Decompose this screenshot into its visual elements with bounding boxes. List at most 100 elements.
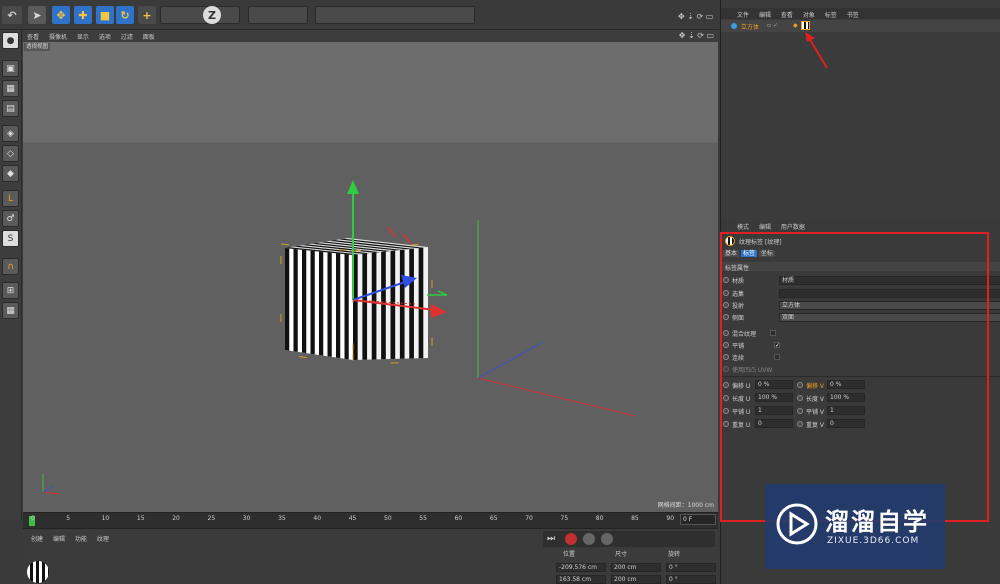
timeline-tick: 15 [136, 515, 145, 522]
timeline-ticks: 0 5 10 15 20 25 30 35 40 45 50 55 60 65 70 75 80 85 90 [23, 513, 718, 529]
cube-stripe [293, 248, 298, 352]
snap-icon[interactable]: S [2, 230, 19, 247]
attr-menu-edit[interactable]: 编辑 [759, 224, 771, 231]
move-icon[interactable]: ✥ [52, 6, 70, 24]
cube-stripe [362, 253, 368, 360]
material-thumbnail[interactable] [27, 561, 49, 583]
playback-controls[interactable]: ⏭ [543, 531, 715, 547]
cube-stripe [399, 249, 405, 359]
timeline-tick: 45 [348, 515, 357, 522]
grid-spacing-info: 网格间距：1000 cm [657, 502, 714, 509]
points-mode-icon[interactable]: ◈ [2, 125, 19, 142]
world-x-axis [477, 377, 636, 417]
timeline-tick: 20 [172, 515, 180, 522]
object-group[interactable] [315, 6, 475, 24]
rotation-p-field[interactable]: 0 ° [666, 575, 716, 584]
watermark-title: 溜溜自学 [825, 508, 929, 536]
vp-menu-panel[interactable]: 面板 [143, 34, 155, 41]
move-tool-icon[interactable]: ✚ [74, 6, 92, 24]
play-end-icon: ⏭ [547, 534, 556, 544]
model-mode-icon[interactable]: ▣ [2, 60, 19, 77]
mat-menu-create[interactable]: 创建 [31, 536, 43, 543]
size-y-field[interactable]: 200 cm [611, 575, 661, 584]
timeline-tick: 90 [666, 515, 675, 522]
play-logo-icon [776, 503, 818, 545]
keyframe-icon[interactable] [583, 533, 595, 545]
cube-stripe [310, 250, 315, 355]
scene-svg[interactable] [23, 42, 718, 512]
attr-menu-mode[interactable]: 模式 [737, 224, 749, 231]
timeline-tick: 30 [242, 515, 251, 522]
mat-menu-edit[interactable]: 编辑 [53, 536, 65, 543]
rotation-h-field[interactable]: 0 ° [666, 563, 716, 572]
mat-menu-function[interactable]: 功能 [75, 536, 87, 543]
object-manager: 文件 编辑 查看 对象 标签 书签 立方体 ▫ ✓ ◆ [720, 0, 1000, 220]
view-nav-icon[interactable]: ✥ ⇣ ⟳ ▭ [678, 12, 713, 21]
axis-mode-icon[interactable]: L [2, 190, 19, 207]
coord-header-size: 尺寸 [615, 551, 628, 558]
attr-menu-userdata[interactable]: 用户数据 [781, 224, 805, 231]
texture-mode-icon[interactable]: ▦ [2, 80, 19, 97]
mode-icon[interactable]: ● [2, 32, 19, 49]
coord-header-rotation: 旋转 [668, 551, 681, 558]
red-arrow [805, 32, 828, 69]
vp-menu-options[interactable]: 选项 [99, 34, 111, 41]
timeline-tick: 80 [595, 515, 604, 522]
timeline-tick: 5 [66, 515, 71, 522]
timeline-tick: 75 [560, 515, 569, 522]
frame-field[interactable]: 0 F [680, 514, 716, 525]
z-axis-icon[interactable]: Z [203, 6, 221, 24]
left-toolbar: ● ▣ ▦ ▤ ◈ ◇ ◆ L ♂ S ∩ ⊞ ▦ [0, 30, 22, 520]
timeline-tick: 25 [207, 515, 216, 522]
cube-stripe [285, 248, 290, 351]
timeline-tick: 0 [31, 515, 35, 522]
vp-menu-filter[interactable]: 过滤 [121, 34, 133, 41]
scale-icon[interactable]: ■ [96, 6, 114, 24]
cube-stripe [336, 253, 341, 359]
gizmo-x-arrow[interactable] [431, 304, 447, 318]
mat-menu-texture[interactable]: 纹理 [97, 536, 109, 543]
grid-icon[interactable]: ▦ [2, 302, 19, 319]
select-arrow-icon[interactable]: ➤ [28, 6, 46, 24]
workplane-icon[interactable]: ▤ [2, 100, 19, 117]
timeline-tick: 55 [419, 515, 427, 522]
timeline-tick: 60 [454, 515, 463, 522]
material-manager: 创建 编辑 功能 纹理 ⏭ 位置 尺寸 旋转 -209.576 cm 200 c… [23, 528, 718, 584]
watermark: 溜溜自学 ZIXUE.3D66.COM [765, 484, 945, 569]
timeline[interactable]: 0 5 10 15 20 25 30 35 40 45 50 55 60 65 70 75 80 85 90 [23, 512, 718, 528]
c4d-window: ↶ ➤ ✥ ✚ ■ ↻ + Z ✥ ⇣ ⟳ ▭ ● ▣ ▦ ▤ ◈ ◇ ◆ L … [0, 0, 1000, 584]
timeline-tick: 70 [525, 515, 533, 522]
timeline-tick: 40 [313, 515, 322, 522]
timeline-tick: 10 [101, 515, 110, 522]
perspective-viewport[interactable]: 透视视图 网格间距：1000 cm [23, 42, 718, 512]
vp-menu-camera[interactable]: 摄像机 [49, 34, 67, 41]
timeline-tick: 35 [278, 515, 286, 522]
vp-menu-view[interactable]: 查看 [27, 34, 39, 41]
cube-stripe [418, 247, 424, 359]
render-group[interactable] [248, 6, 308, 24]
polygons-mode-icon[interactable]: ◆ [2, 165, 19, 182]
viewport-nav-icon[interactable]: ✥ ⇣ ⟳ ▭ [679, 31, 714, 40]
vp-menu-display[interactable]: 显示 [77, 34, 89, 41]
cube-stripe [344, 254, 349, 360]
tweak-icon[interactable]: ♂ [2, 210, 19, 227]
position-y-field[interactable]: 163.58 cm [556, 575, 606, 584]
lock-icon[interactable]: ⊞ [2, 282, 19, 299]
autokey-icon[interactable] [601, 533, 613, 545]
gizmo-y-arrow[interactable] [347, 180, 359, 194]
highlight-box [720, 232, 989, 522]
axis-group[interactable] [160, 6, 240, 24]
size-x-field[interactable]: 200 cm [611, 563, 661, 572]
timeline-tick: 65 [489, 515, 498, 522]
magnet-icon[interactable]: ∩ [2, 258, 19, 275]
world-z-axis [477, 341, 544, 379]
watermark-url: ZIXUE.3D66.COM [827, 536, 920, 546]
main-toolbar: ↶ ➤ ✥ ✚ ■ ↻ + Z ✥ ⇣ ⟳ ▭ [0, 0, 720, 30]
position-x-field[interactable]: -209.576 cm [556, 563, 606, 572]
edges-mode-icon[interactable]: ◇ [2, 145, 19, 162]
rotate-icon[interactable]: ↻ [116, 6, 134, 24]
undo-icon[interactable]: ↶ [2, 6, 22, 24]
timeline-tick: 50 [384, 515, 392, 522]
record-icon[interactable] [565, 533, 577, 545]
add-icon[interactable]: + [138, 6, 156, 24]
